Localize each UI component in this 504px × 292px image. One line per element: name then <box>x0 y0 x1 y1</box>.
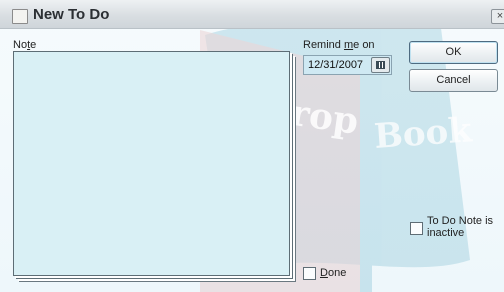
note-label-pre: No <box>13 39 28 51</box>
cancel-button[interactable]: Cancel <box>409 69 498 92</box>
inactive-checkbox[interactable] <box>410 222 423 235</box>
title-bar[interactable]: New To Do × <box>0 0 504 29</box>
inactive-label: To Do Note is inactive <box>427 215 493 239</box>
inactive-label-line2: inactive <box>427 227 465 239</box>
remind-label-post: e on <box>353 39 375 51</box>
done-checkbox[interactable] <box>303 267 316 280</box>
close-button[interactable]: × <box>491 9 504 24</box>
close-icon: × <box>496 10 504 22</box>
new-todo-dialog: Drop Book New To Do × Note Remind me on … <box>0 0 504 292</box>
remind-label-pre: Remind <box>303 39 344 51</box>
remind-date-field[interactable]: 12/31/2007 <box>303 55 392 75</box>
calendar-icon <box>376 61 385 69</box>
ok-button[interactable]: OK <box>409 41 498 64</box>
watermark-text-book: Book <box>373 110 475 157</box>
calendar-button[interactable] <box>371 57 390 73</box>
note-label: Note <box>13 39 36 51</box>
done-label-mnemonic: D <box>320 267 328 279</box>
inactive-label-line1: To Do Note is <box>427 215 494 227</box>
done-label: Done <box>320 267 346 279</box>
remind-label: Remind me on <box>303 39 375 51</box>
todo-app-icon <box>12 9 28 24</box>
note-label-post: e <box>30 39 37 51</box>
window-title: New To Do <box>33 6 110 23</box>
remind-label-mnemonic: m <box>343 39 354 51</box>
done-label-post: one <box>327 267 347 279</box>
note-textarea[interactable] <box>13 51 290 276</box>
remind-date-value: 12/31/2007 <box>308 59 364 71</box>
